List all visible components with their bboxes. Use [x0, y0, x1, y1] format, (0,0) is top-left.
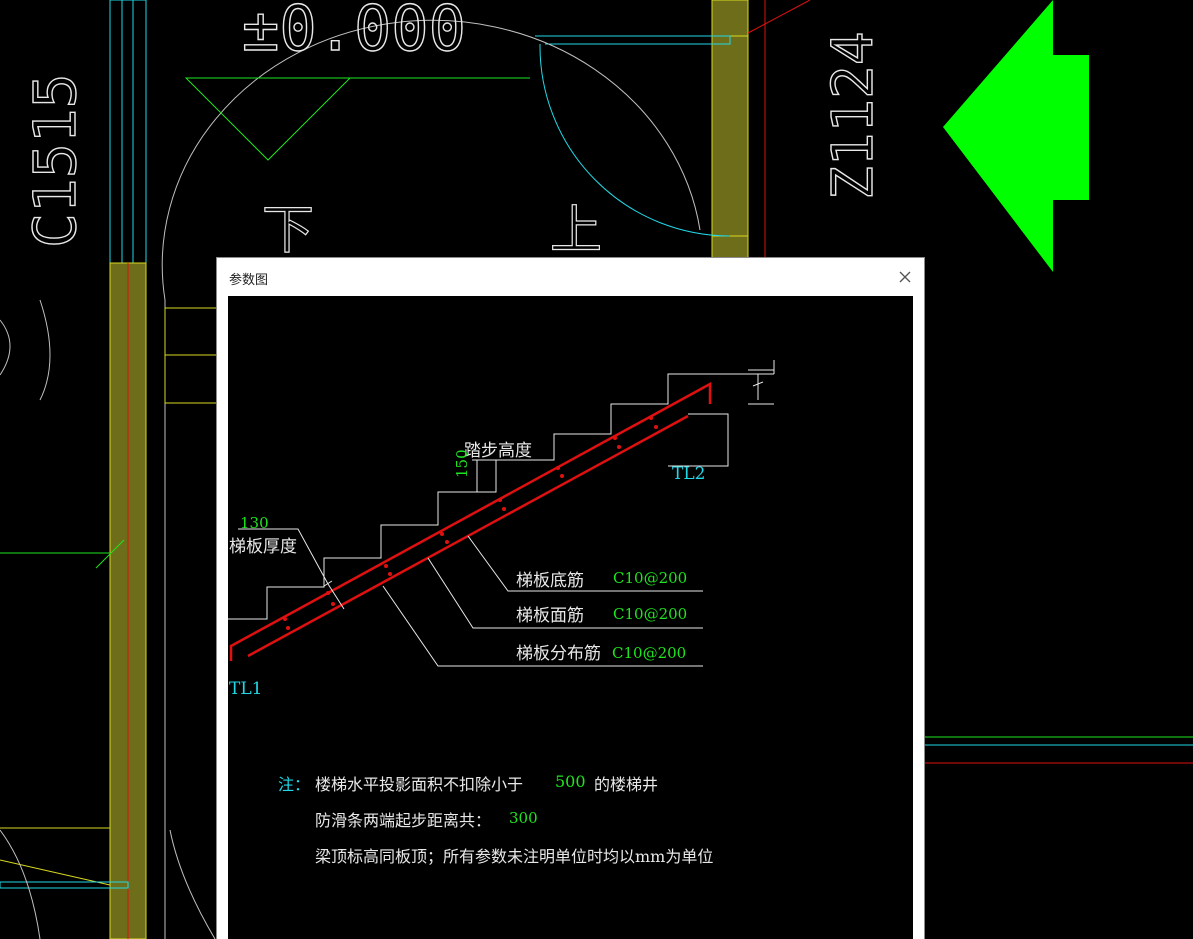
beam-tl1-label: TL1	[229, 679, 263, 699]
up-label: 上	[550, 201, 602, 261]
note-line2-text: 防滑条两端起步距离共：	[315, 811, 492, 830]
window-tag-label: C1515	[21, 73, 89, 248]
beam-tl2-label: TL2	[672, 464, 706, 484]
door-tag-label: Z1124	[821, 31, 886, 200]
diagram-canvas: 130 梯板厚度 踏步高度 150 TL2 TL1 梯板底筋 C10@200 梯…	[228, 296, 913, 939]
rebar-top-value: C10@200	[613, 605, 688, 623]
rebar-bottom-value: C10@200	[613, 569, 688, 587]
slab-thickness-value: 130	[240, 514, 269, 532]
step-profile	[228, 373, 774, 620]
note-line3-text: 梁顶标高同板顶；所有参数未注明单位时均以mm为单位	[315, 847, 714, 866]
step-height-label: 踏步高度	[464, 441, 532, 461]
slab-thickness-label: 梯板厚度	[229, 537, 297, 557]
note-line1-value: 500	[555, 772, 586, 791]
dialog-title: 参数图	[229, 273, 269, 288]
close-icon[interactable]	[893, 265, 917, 289]
notes-prefix: 注：	[278, 775, 311, 794]
step-height-value: 150	[453, 449, 471, 478]
note-line1-text-b: 的楼梯井	[594, 775, 659, 794]
note-line2-value: 300	[509, 809, 538, 827]
note-line1-text-a: 楼梯水平投影面积不扣除小于	[315, 775, 524, 794]
parameter-diagram-dialog: 参数图 130 梯板厚度 踏步高度 150 TL2 TL1 梯板底筋 C10@2…	[217, 258, 924, 939]
down-label: 下	[262, 201, 314, 261]
rebar-top-label: 梯板面筋	[516, 606, 584, 626]
rebar-bottom-label: 梯板底筋	[516, 571, 584, 591]
elevation-label: ±0.000	[242, 0, 466, 65]
dialog-titlebar[interactable]: 参数图	[217, 258, 924, 296]
rebar-distribution-value: C10@200	[612, 644, 687, 662]
green-arrow-left-icon	[943, 0, 1089, 272]
rebar-distribution-label: 梯板分布筋	[516, 644, 601, 664]
